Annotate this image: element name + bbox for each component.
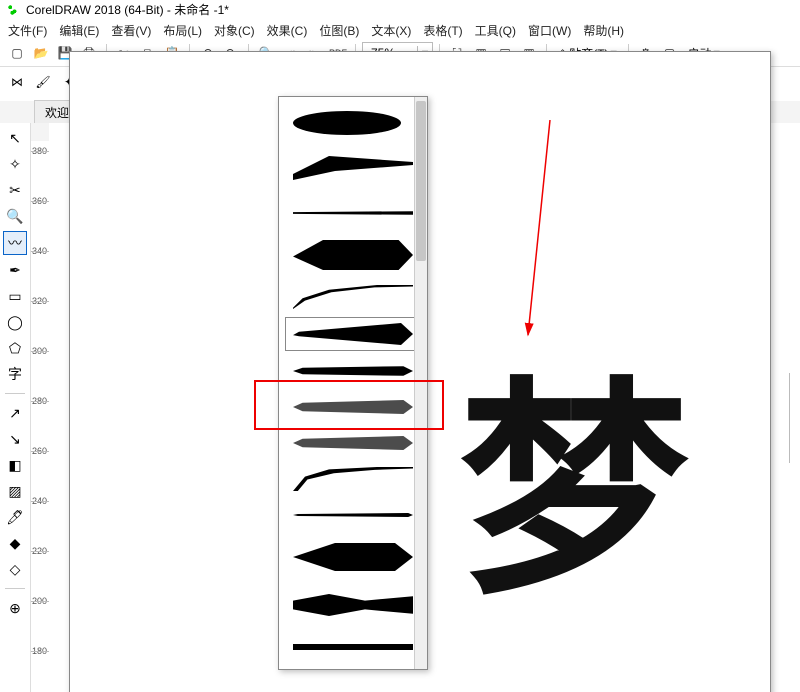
shape-tool[interactable]: ✧ [4, 153, 26, 175]
brush-option[interactable] [285, 499, 421, 531]
brush-shape-icon [293, 240, 413, 270]
ruler-origin[interactable] [31, 123, 50, 142]
brush-shape-icon [293, 594, 413, 616]
menu-object[interactable]: 对象(C) [214, 22, 255, 39]
interactive-tool[interactable]: ◧ [4, 454, 26, 476]
toolbox: ↖ ✧ ✂ 🔍 〰 ✒ ▭ ◯ ⬠ 字 ↗ ↘ ◧ ▨ 🖊 ◆ ◇ ⊕ [0, 123, 31, 692]
brush-option[interactable] [285, 583, 421, 627]
eyedropper-tool[interactable]: 🖊 [4, 506, 26, 528]
menu-edit[interactable]: 编辑(E) [59, 22, 99, 39]
artistic-media-tool[interactable]: ✒ [4, 259, 26, 281]
menu-view[interactable]: 查看(V) [111, 22, 151, 39]
ellipse-tool[interactable]: ◯ [4, 311, 26, 333]
brush-shape-icon [293, 285, 413, 309]
scrollbar[interactable] [414, 97, 427, 669]
brush-shape-icon [293, 108, 413, 138]
menu-window[interactable]: 窗口(W) [528, 22, 571, 39]
freehand-tool[interactable]: 〰 [3, 231, 27, 255]
brush-option[interactable] [285, 281, 421, 313]
brush-shape-icon [293, 323, 413, 345]
menu-help[interactable]: 帮助(H) [583, 22, 624, 39]
brush-shape-icon [293, 510, 413, 520]
brush-option[interactable] [285, 317, 421, 351]
brush-option[interactable] [285, 101, 421, 145]
brush-shape-icon [293, 644, 413, 650]
menu-bitmap[interactable]: 位图(B) [319, 22, 359, 39]
brush-shape-icon [293, 363, 413, 379]
menu-bar: 文件(F) 编辑(E) 查看(V) 布局(L) 对象(C) 效果(C) 位图(B… [0, 20, 800, 40]
brush-shape-icon [293, 156, 413, 186]
transparency-tool[interactable]: ▨ [4, 480, 26, 502]
new-button[interactable]: ▢ [6, 42, 28, 64]
menu-effect[interactable]: 效果(C) [267, 22, 308, 39]
outline-tool[interactable]: ◇ [4, 558, 26, 580]
crop-tool[interactable]: ✂ [4, 179, 26, 201]
brush-option[interactable] [285, 197, 421, 229]
scrollbar-thumb[interactable] [416, 101, 426, 261]
expand-toolbox-button[interactable]: ⊕ [4, 597, 26, 619]
brush-option[interactable] [285, 535, 421, 579]
brush-shape-icon [293, 204, 413, 222]
artwork-character[interactable]: 梦 [459, 379, 683, 609]
brush-shape-icon [293, 543, 413, 571]
menu-file[interactable]: 文件(F) [8, 22, 47, 39]
menu-layout[interactable]: 布局(L) [163, 22, 202, 39]
polygon-tool[interactable]: ⬠ [4, 337, 26, 359]
zoom-tool[interactable]: 🔍 [4, 205, 26, 227]
text-tool[interactable]: 字 [4, 363, 26, 385]
menu-table[interactable]: 表格(T) [423, 22, 462, 39]
brush-option[interactable] [285, 149, 421, 193]
window-title: CorelDRAW 2018 (64-Bit) - 未命名 -1* [26, 0, 229, 20]
open-button[interactable]: 📂 [30, 42, 52, 64]
coreldraw-logo-icon [6, 3, 20, 17]
brush-shape-icon [293, 400, 413, 414]
brush-mode-icon[interactable]: 🖌 [32, 71, 54, 93]
title-bar: CorelDRAW 2018 (64-Bit) - 未命名 -1* [0, 0, 800, 20]
brush-option[interactable] [285, 355, 421, 387]
rectangle-tool[interactable]: ▭ [4, 285, 26, 307]
brush-shape-icon [293, 467, 413, 491]
brush-option[interactable] [285, 427, 421, 459]
pick-tool[interactable]: ↖ [4, 127, 26, 149]
menu-tools[interactable]: 工具(Q) [475, 22, 516, 39]
fill-tool[interactable]: ◆ [4, 532, 26, 554]
menu-text[interactable]: 文本(X) [371, 22, 411, 39]
dimension-tool[interactable]: ↗ [4, 402, 26, 424]
preset-mode-icon[interactable]: ⋈ [6, 71, 28, 93]
brush-option[interactable] [285, 463, 421, 495]
docker-edge[interactable] [789, 373, 800, 463]
vertical-ruler[interactable]: 380360340320300280260240220200180 [31, 141, 50, 692]
brush-option[interactable] [285, 631, 421, 663]
brush-option[interactable] [285, 233, 421, 277]
connector-tool[interactable]: ↘ [4, 428, 26, 450]
brush-shape-icon [293, 436, 413, 450]
brush-stroke-popup[interactable] [278, 96, 428, 670]
brush-option[interactable] [285, 391, 421, 423]
